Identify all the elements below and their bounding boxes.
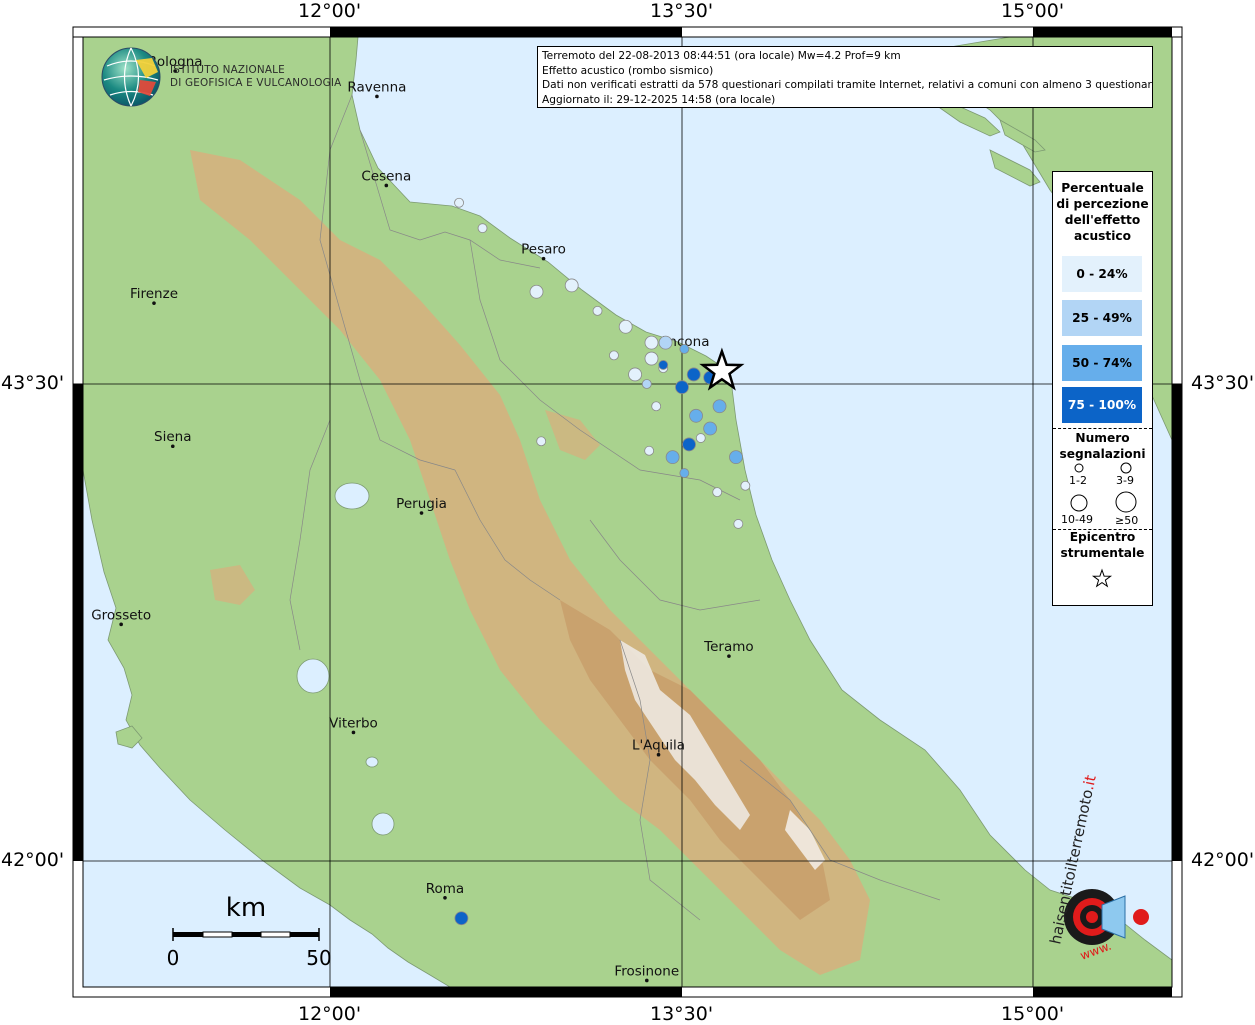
observation-marker[interactable]: [733, 519, 744, 529]
observation-marker[interactable]: [644, 335, 659, 350]
place-label: Frosinone: [614, 963, 679, 979]
observation-marker[interactable]: [679, 344, 690, 354]
ingv-logo: [101, 47, 161, 107]
coord-bottom-2: 13°30': [650, 1003, 714, 1025]
place-label: Siena: [154, 429, 191, 445]
observation-marker[interactable]: [712, 399, 727, 414]
place-label: Cesena: [361, 168, 411, 184]
observation-marker[interactable]: [536, 436, 547, 447]
place-label: Teramo: [703, 639, 754, 655]
observation-marker[interactable]: [618, 319, 633, 334]
place-label: L'Aquila: [632, 738, 685, 754]
coord-top-3: 15°00': [1001, 0, 1065, 22]
observation-marker[interactable]: [644, 445, 655, 456]
scale-max-label: 50: [306, 946, 331, 970]
institute-line-2: DI GEOFISICA E VULCANOLOGIA: [170, 77, 342, 89]
observation-marker[interactable]: [682, 437, 696, 452]
observation-marker[interactable]: [454, 911, 469, 926]
coord-top-2: 13°30': [650, 0, 714, 22]
legend-count-3-9: 3-9: [1116, 474, 1134, 487]
coord-right-2: 42°00': [1191, 849, 1255, 871]
coord-bottom-1: 12°00': [298, 1003, 362, 1025]
event-info-line-3: Dati non verificati estratti da 578 ques…: [542, 79, 1153, 92]
scale-min-label: 0: [167, 946, 180, 970]
place-label: Ravenna: [347, 79, 406, 95]
lake-vico: [365, 756, 379, 768]
observation-marker[interactable]: [564, 278, 579, 293]
observation-marker[interactable]: [665, 450, 680, 465]
institute-name: ISTITUTO NAZIONALE DI GEOFISICA E VULCAN…: [170, 64, 341, 90]
observation-marker[interactable]: [529, 284, 544, 299]
observation-marker[interactable]: [689, 408, 703, 423]
coord-left-2: 42°00': [1, 849, 65, 871]
observation-marker[interactable]: [703, 421, 718, 436]
scale-unit: km: [226, 893, 266, 923]
legend-epicenter-title: Epicentro strumentale: [1053, 529, 1152, 561]
observation-marker[interactable]: [675, 380, 689, 395]
observation-marker[interactable]: [679, 468, 690, 478]
place-label: Pesaro: [521, 242, 566, 258]
observation-marker[interactable]: [454, 197, 464, 208]
observation-marker[interactable]: [628, 367, 642, 382]
legend-epicenter-title-line-2: strumentale: [1060, 546, 1145, 560]
legend: Percentuale di percezione dell'effetto a…: [1052, 171, 1153, 606]
coord-bottom-3: 15°00': [1001, 1003, 1065, 1025]
place-label: Perugia: [396, 496, 447, 512]
observation-marker[interactable]: [740, 480, 751, 491]
observation-marker[interactable]: [712, 487, 723, 498]
map-body: [83, 37, 1172, 987]
legend-count-10-49: 10-49: [1061, 513, 1093, 526]
legend-count-1-2: 1-2: [1069, 474, 1087, 487]
observation-marker[interactable]: [729, 450, 743, 465]
event-info-line-4: Aggiornato il: 29-12-2025 14:58 (ora loc…: [542, 93, 776, 106]
coord-top-1: 12°00': [298, 0, 362, 22]
observation-marker[interactable]: [609, 350, 619, 361]
coord-left-1: 43°30': [1, 372, 65, 394]
place-label: Grosseto: [91, 607, 151, 623]
legend-epicenter-star-icon: [1091, 568, 1113, 588]
lake-trasimeno: [334, 482, 370, 510]
observation-marker[interactable]: [477, 223, 488, 234]
coord-right-1: 43°30': [1191, 372, 1255, 394]
observation-marker[interactable]: [641, 379, 652, 389]
place-label: Roma: [426, 881, 464, 897]
institute-line-1: ISTITUTO NAZIONALE: [170, 64, 285, 76]
place-label: Firenze: [130, 286, 178, 302]
legend-epicenter-title-line-1: Epicentro: [1069, 530, 1136, 544]
observation-marker[interactable]: [651, 401, 662, 412]
lake-bracciano: [371, 812, 395, 836]
observation-marker[interactable]: [658, 360, 669, 370]
event-info-box: Terremoto del 22-08-2013 08:44:51 (ora l…: [537, 46, 1153, 108]
observation-marker[interactable]: [644, 351, 659, 366]
event-info-line-2: Effetto acustico (rombo sismico): [542, 64, 714, 77]
lake-bolsena: [296, 658, 330, 694]
observation-marker[interactable]: [658, 335, 673, 350]
event-info-line-1: Terremoto del 22-08-2013 08:44:51 (ora l…: [542, 50, 901, 62]
place-label: Viterbo: [329, 715, 378, 731]
legend-count-50plus: ≥50: [1115, 514, 1139, 527]
observation-marker[interactable]: [695, 433, 706, 443]
observation-marker[interactable]: [686, 367, 701, 382]
observation-marker[interactable]: [592, 305, 603, 316]
